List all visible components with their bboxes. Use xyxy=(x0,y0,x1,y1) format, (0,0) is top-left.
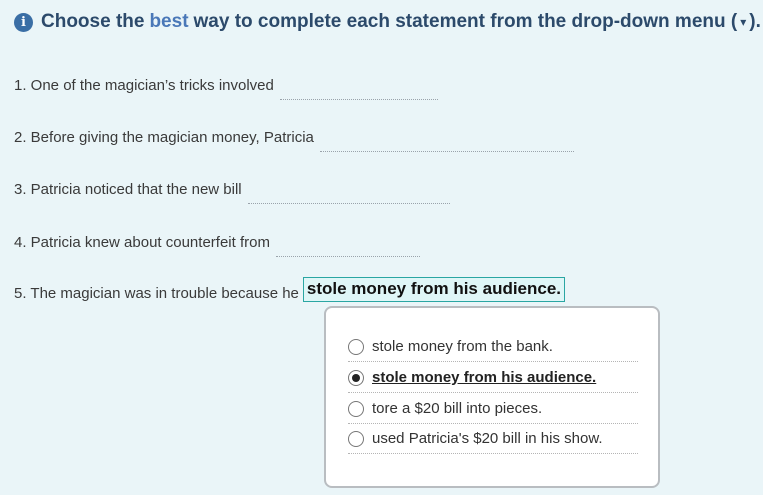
dropdown-option[interactable]: used Patricia's $20 bill in his show. xyxy=(348,424,638,454)
radio-button-icon[interactable] xyxy=(348,338,364,355)
caret-down-icon: ▾ xyxy=(740,15,747,29)
question-1-text: 1. One of the magician’s tricks involved xyxy=(14,77,274,94)
question-5: 5. The magician was in trouble because h… xyxy=(14,277,566,302)
radio-dot-icon xyxy=(352,373,360,382)
question-2-dropdown-blank[interactable] xyxy=(319,133,574,152)
question-1: 1. One of the magician’s tricks involved xyxy=(14,70,438,100)
question-4: 4. Patricia knew about counterfeit from xyxy=(14,227,420,257)
instruction-best-word: best xyxy=(149,11,189,32)
info-icon: i xyxy=(14,12,33,32)
question-5-text: 5. The magician was in trouble because h… xyxy=(14,285,299,302)
dropdown-option-label: tore a $20 bill into pieces. xyxy=(372,400,543,417)
question-3-text: 3. Patricia noticed that the new bill xyxy=(14,181,242,198)
question-3: 3. Patricia noticed that the new bill xyxy=(14,174,450,204)
dropdown-option-label: used Patricia's $20 bill in his show. xyxy=(372,430,603,447)
dropdown-option-label: stole money from his audience. xyxy=(372,369,597,386)
question-5-selected-answer[interactable]: stole money from his audience. xyxy=(302,277,566,302)
instruction-text-part2: way to complete each statement from the … xyxy=(193,11,738,32)
dropdown-option-label: stole money from the bank. xyxy=(372,338,553,355)
question-4-dropdown-blank[interactable] xyxy=(275,238,420,257)
instruction-heading: i Choose the best way to complete each s… xyxy=(14,9,761,35)
dropdown-option-selected[interactable]: stole money from his audience. xyxy=(348,363,638,393)
dropdown-option[interactable]: tore a $20 bill into pieces. xyxy=(348,394,638,424)
question-2-text: 2. Before giving the magician money, Pat… xyxy=(14,129,314,146)
question-3-dropdown-blank[interactable] xyxy=(247,185,450,204)
question-2: 2. Before giving the magician money, Pat… xyxy=(14,122,574,152)
instruction-text-part3: ). xyxy=(749,11,761,32)
instruction-text-part1: Choose the xyxy=(41,11,145,32)
radio-button-icon[interactable] xyxy=(348,400,364,417)
answer-dropdown-menu: stole money from the bank. stole money f… xyxy=(324,306,660,488)
radio-button-icon[interactable] xyxy=(348,430,364,447)
dropdown-option[interactable]: stole money from the bank. xyxy=(348,332,638,362)
question-4-text: 4. Patricia knew about counterfeit from xyxy=(14,234,270,251)
question-page: i Choose the best way to complete each s… xyxy=(0,0,763,495)
question-1-dropdown-blank[interactable] xyxy=(279,81,438,100)
radio-button-checked-icon[interactable] xyxy=(348,369,364,386)
